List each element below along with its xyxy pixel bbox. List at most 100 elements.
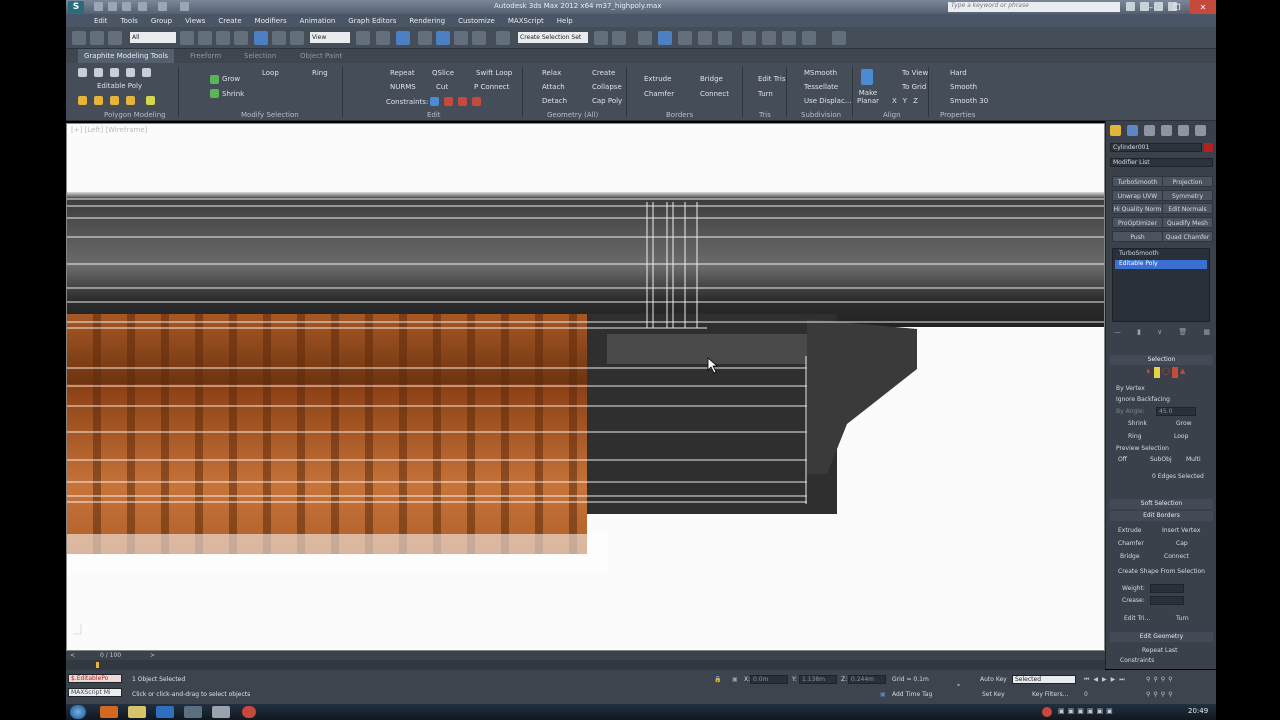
ribbon-tool-icon[interactable] — [110, 96, 119, 105]
remove-modifier-icon[interactable]: 🗑 — [1178, 328, 1187, 338]
taskbar-app-icon[interactable] — [156, 706, 174, 718]
connect-button[interactable]: Connect — [700, 90, 729, 98]
close-button[interactable]: ✕ — [1190, 0, 1216, 14]
menu-animation[interactable]: Animation — [300, 17, 336, 25]
window-crossing-icon[interactable] — [234, 31, 248, 45]
detach-button[interactable]: Detach — [542, 97, 567, 105]
constraint-face-icon[interactable] — [458, 97, 467, 106]
lock-selection-icon[interactable]: 🔒 — [714, 676, 721, 683]
snaps-toggle-icon[interactable] — [418, 31, 432, 45]
create-shape-button[interactable]: Create Shape From Selection — [1118, 568, 1205, 575]
select-manipulate-icon[interactable] — [376, 31, 390, 45]
key-mode-dropdown[interactable]: Selected — [1012, 675, 1076, 684]
stack-item-turbosmooth[interactable]: TurboSmooth — [1119, 250, 1159, 257]
taskbar-app-icon[interactable] — [184, 706, 202, 718]
maxscript-mini-listener[interactable]: MAXScript Mi — [68, 688, 122, 697]
schematic-view-icon[interactable] — [698, 31, 712, 45]
by-vertex-checkbox[interactable]: By Vertex — [1116, 385, 1145, 392]
cut-button[interactable]: Cut — [436, 83, 448, 91]
current-frame-field[interactable]: 0 — [1084, 691, 1088, 698]
selection-rollout-header[interactable]: Selection — [1110, 355, 1213, 365]
frame-counter[interactable]: 0 / 100 — [100, 652, 121, 659]
angle-snap-icon[interactable] — [436, 31, 450, 45]
selection-filter-dropdown[interactable]: All — [130, 32, 176, 43]
ref-coord-dropdown[interactable]: View — [310, 32, 350, 43]
select-object-icon[interactable] — [180, 31, 194, 45]
constraint-normal-icon[interactable] — [472, 97, 481, 106]
taskbar-3dsmax-icon[interactable] — [212, 706, 230, 718]
relax-button[interactable]: Relax — [542, 69, 561, 77]
mirror-icon[interactable] — [594, 31, 608, 45]
render-production-icon[interactable] — [782, 31, 796, 45]
angle-spinner[interactable]: 45.0 — [1156, 407, 1196, 416]
loop-button[interactable]: Loop — [262, 69, 279, 77]
smooth-button[interactable]: Smooth — [950, 83, 977, 91]
link-icon[interactable] — [72, 31, 86, 45]
symmetry-button[interactable]: Symmetry — [1162, 190, 1213, 201]
material-editor-icon[interactable] — [718, 31, 732, 45]
edge-mode-icon[interactable] — [94, 68, 103, 77]
tab-graphite-modeling-tools[interactable]: Graphite Modeling Tools — [78, 49, 175, 63]
align-xyz-label[interactable]: XYZ — [892, 97, 924, 105]
modifier-list-dropdown[interactable]: Modifier List — [1110, 158, 1213, 167]
vertex-mode-icon[interactable] — [78, 68, 87, 77]
redo-icon[interactable] — [158, 2, 167, 11]
shrink-icon[interactable] — [210, 89, 219, 98]
minimize-button[interactable]: – — [1138, 0, 1164, 14]
modify-tab-icon[interactable] — [1127, 125, 1138, 136]
clock[interactable]: 20:49 — [1188, 707, 1208, 715]
tab-selection[interactable]: Selection — [244, 52, 276, 60]
key-filters-button[interactable]: Key Filters... — [1032, 691, 1069, 698]
ribbon-tool-icon[interactable] — [78, 96, 87, 105]
shrink-selection-button[interactable]: Shrink — [1128, 420, 1147, 427]
attach-button[interactable]: Attach — [542, 83, 565, 91]
cap-poly-button[interactable]: Cap Poly — [592, 97, 622, 105]
tessellate-button[interactable]: Tessellate — [804, 83, 838, 91]
turn-edge-button[interactable]: Turn — [1176, 615, 1189, 622]
ribbon-tool-icon[interactable] — [94, 96, 103, 105]
rectangular-selection-icon[interactable] — [216, 31, 230, 45]
rendered-frame-window-icon[interactable] — [762, 31, 776, 45]
quad-chamfer-button[interactable]: Quad Chamfer — [1162, 231, 1213, 242]
collapse-button[interactable]: Collapse — [592, 83, 622, 91]
grow-button[interactable]: Grow — [222, 75, 240, 83]
preview-multi-radio[interactable]: Multi — [1186, 456, 1201, 463]
time-slider[interactable]: 0 / 100 < > — [66, 651, 1105, 660]
set-key-icon[interactable]: ⚭ — [956, 682, 961, 689]
turn-button[interactable]: Turn — [758, 90, 773, 98]
menu-tools[interactable]: Tools — [121, 17, 138, 25]
menu-group[interactable]: Group — [151, 17, 172, 25]
pin-stack-icon[interactable]: — — [1114, 328, 1121, 338]
make-planar-button[interactable]: Make Planar — [856, 89, 880, 105]
edit-named-sets-icon[interactable] — [496, 31, 510, 45]
crease-spinner[interactable] — [1150, 596, 1184, 605]
stack-item-editable-poly[interactable]: Editable Poly — [1115, 260, 1207, 269]
connect-border-button[interactable]: Connect — [1164, 553, 1189, 560]
border-icon[interactable]: ◯ — [1162, 367, 1170, 378]
menu-create[interactable]: Create — [218, 17, 241, 25]
edit-tri-button[interactable]: Edit Tri... — [1124, 615, 1150, 622]
border-mode-icon[interactable] — [110, 68, 119, 77]
swift-loop-button[interactable]: Swift Loop — [476, 69, 512, 77]
menu-customize[interactable]: Customize — [458, 17, 495, 25]
search-input[interactable]: Type a keyword or phrase — [948, 2, 1120, 12]
polygon-mode-icon[interactable] — [126, 68, 135, 77]
edit-geometry-rollout-header[interactable]: Edit Geometry — [1110, 632, 1213, 642]
track-bar[interactable] — [66, 660, 1105, 670]
render-setup-icon[interactable] — [742, 31, 756, 45]
open-icon[interactable] — [108, 2, 117, 11]
start-button-icon[interactable] — [70, 705, 86, 719]
percent-snap-icon[interactable] — [454, 31, 468, 45]
shrink-button[interactable]: Shrink — [222, 90, 244, 98]
to-grid-button[interactable]: To Grid — [902, 83, 926, 91]
constraint-edge-icon[interactable] — [444, 97, 453, 106]
object-name-field[interactable]: Cylinder001 — [1110, 143, 1202, 152]
create-tab-icon[interactable] — [1110, 125, 1121, 136]
preview-subobj-radio[interactable]: SubObj — [1150, 456, 1172, 463]
select-move-icon[interactable] — [254, 31, 268, 45]
undo-icon[interactable] — [138, 2, 147, 11]
repeat-last-button[interactable]: Repeat Last — [1142, 647, 1178, 654]
maxscript-listener-result[interactable]: $.EditablePo — [68, 674, 122, 683]
bridge-border-button[interactable]: Bridge — [1120, 553, 1140, 560]
edit-borders-rollout-header[interactable]: Edit Borders — [1110, 511, 1213, 521]
